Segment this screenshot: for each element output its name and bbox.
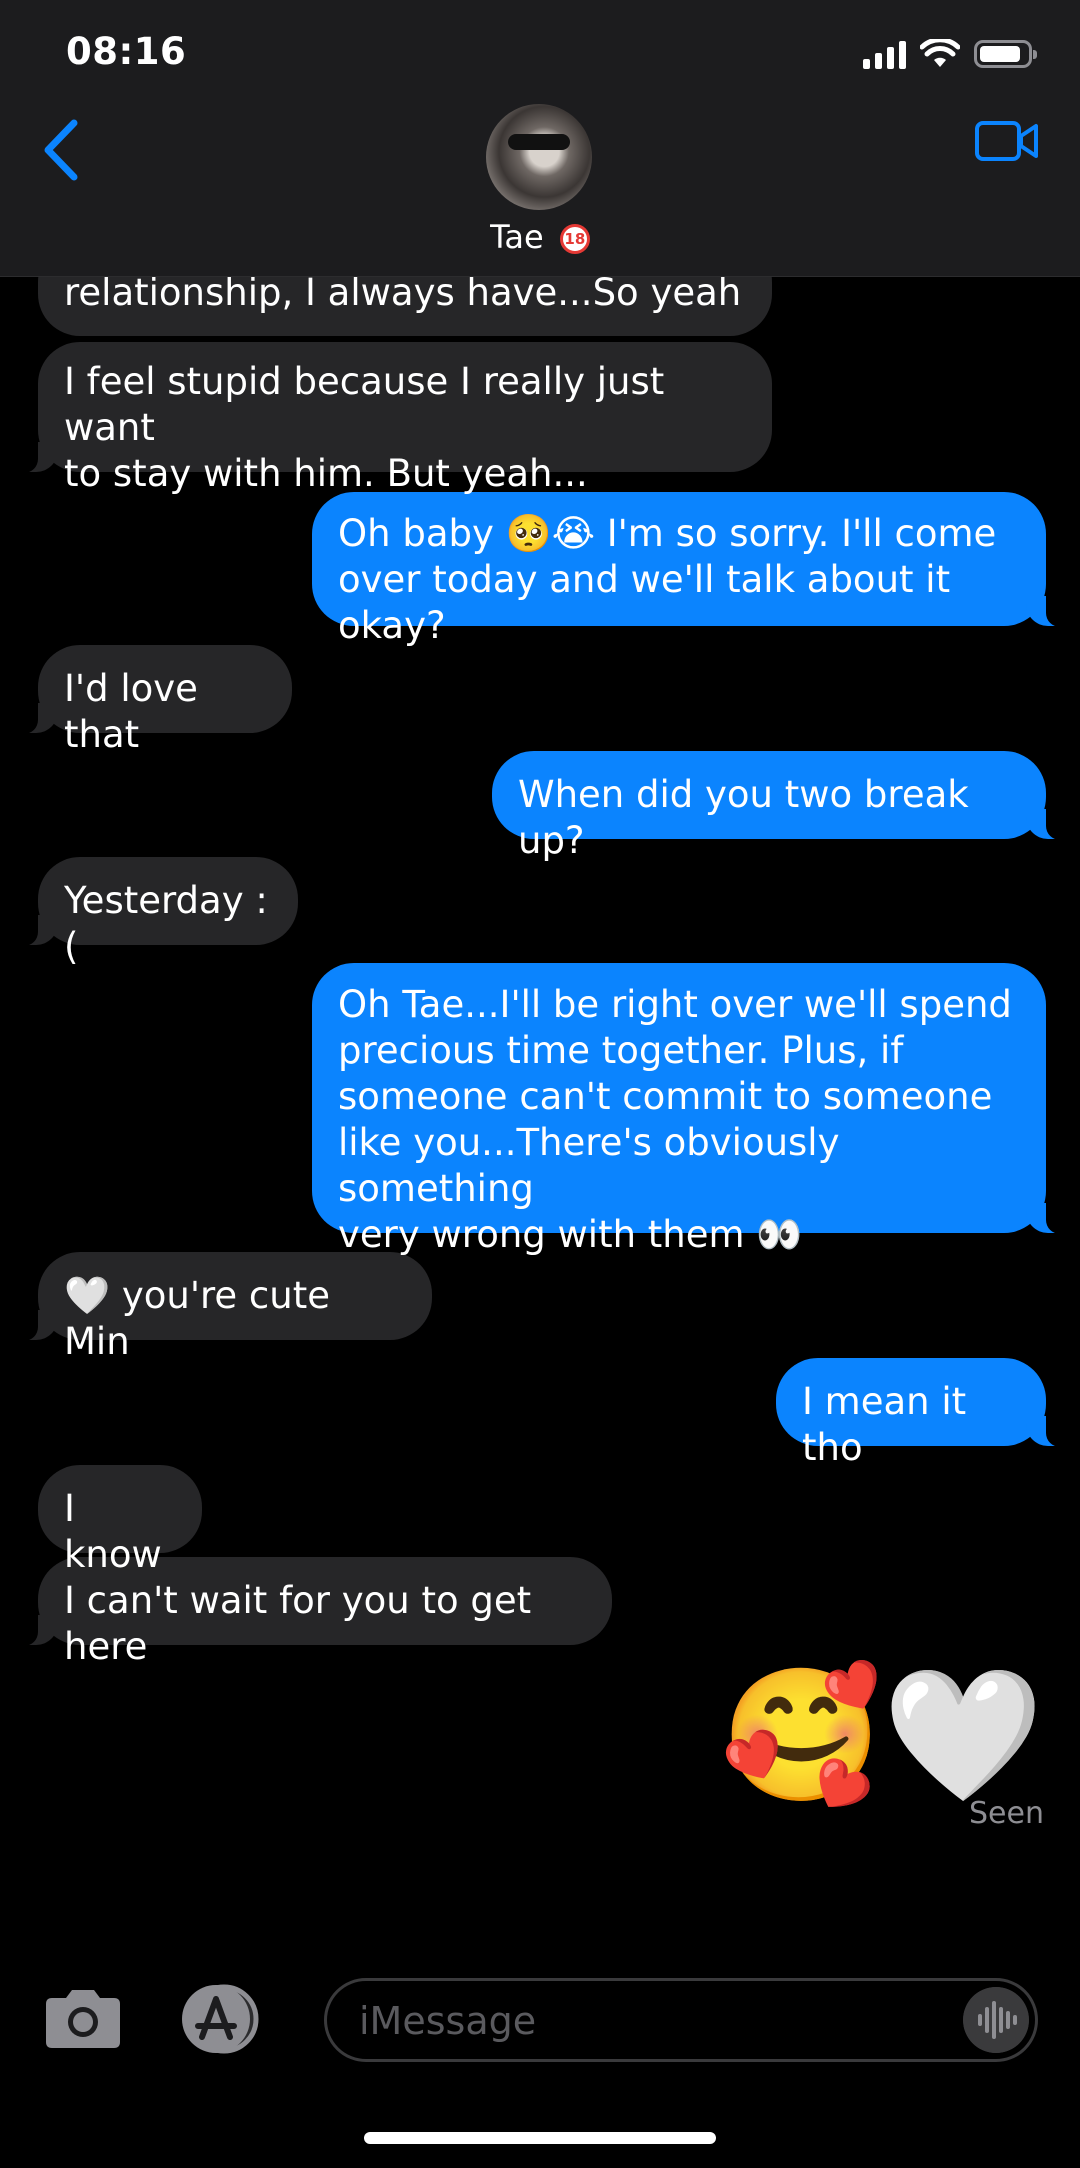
message-input[interactable]: iMessage [324,1978,1038,2062]
cellular-signal-icon [863,39,906,69]
status-time: 08:16 [66,30,187,73]
contact-name[interactable]: Tae 18 [0,218,1080,256]
back-chevron-icon[interactable] [38,115,88,185]
video-camera-icon[interactable] [974,118,1040,164]
outgoing-message[interactable]: Oh baby 🥺😭 I'm so sorry. I'll come over … [312,492,1068,647]
contact-name-text: Tae [490,218,544,256]
emoji-message[interactable]: 🥰🤍 [720,1660,1044,1810]
message-input-placeholder: iMessage [359,1999,537,2043]
incoming-message[interactable]: I feel stupid because I really just want… [16,342,772,495]
outgoing-message[interactable]: When did you two break up? [492,751,1068,862]
contact-avatar[interactable] [486,104,592,210]
home-indicator[interactable] [364,2132,716,2144]
conversation-header: 08:16 Tae 18 [0,0,1080,277]
read-receipt: Seen [969,1796,1044,1831]
wifi-icon [920,39,960,67]
audio-waveform-icon[interactable] [963,1987,1029,2053]
outgoing-message[interactable]: I mean it tho [776,1358,1068,1469]
outgoing-message[interactable]: Oh Tae...I'll be right over we'll spend … [312,963,1068,1256]
incoming-message[interactable]: I'd love that [16,645,292,756]
camera-icon[interactable] [42,1988,124,2050]
app-store-icon[interactable] [176,1982,266,2056]
incoming-message[interactable]: Yesterday :( [16,857,298,968]
age-restriction-badge: 18 [559,224,590,254]
incoming-message[interactable]: I know [38,1465,202,1576]
status-icons [863,34,1037,74]
incoming-message[interactable]: 🤍 you're cute Min [16,1252,432,1363]
battery-icon [974,40,1037,68]
